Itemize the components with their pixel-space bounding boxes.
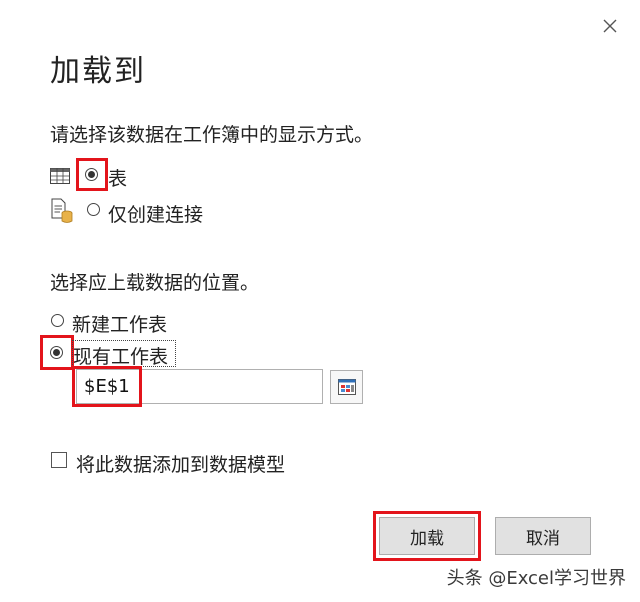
table-icon [50,168,70,184]
data-model-checkbox[interactable] [51,452,67,468]
radio-dot [88,171,95,178]
dialog-title: 加载到 [50,54,146,89]
connection-only-icon [51,198,73,224]
cell-reference-value: $E$1 [84,376,130,397]
watermark: 头条 @Excel学习世界 [446,568,626,589]
new-worksheet-radio[interactable] [51,314,64,327]
cancel-button[interactable]: 取消 [495,517,591,555]
table-option-label: 表 [108,168,128,190]
range-select-icon [337,379,356,395]
table-radio[interactable] [85,168,98,181]
existing-worksheet-radio[interactable] [50,346,63,359]
load-button[interactable]: 加载 [379,517,475,555]
location-prompt: 选择应上载数据的位置。 [50,272,260,294]
connection-only-radio[interactable] [87,203,100,216]
existing-worksheet-label: 现有工作表 [73,346,169,368]
range-picker-button[interactable] [330,370,363,404]
radio-dot [53,349,60,356]
connection-only-label: 仅创建连接 [108,204,204,226]
data-model-label: 将此数据添加到数据模型 [76,454,286,476]
close-button[interactable] [592,8,628,44]
new-worksheet-label: 新建工作表 [72,314,168,336]
display-mode-prompt: 请选择该数据在工作簿中的显示方式。 [50,124,374,146]
close-icon [603,19,617,33]
